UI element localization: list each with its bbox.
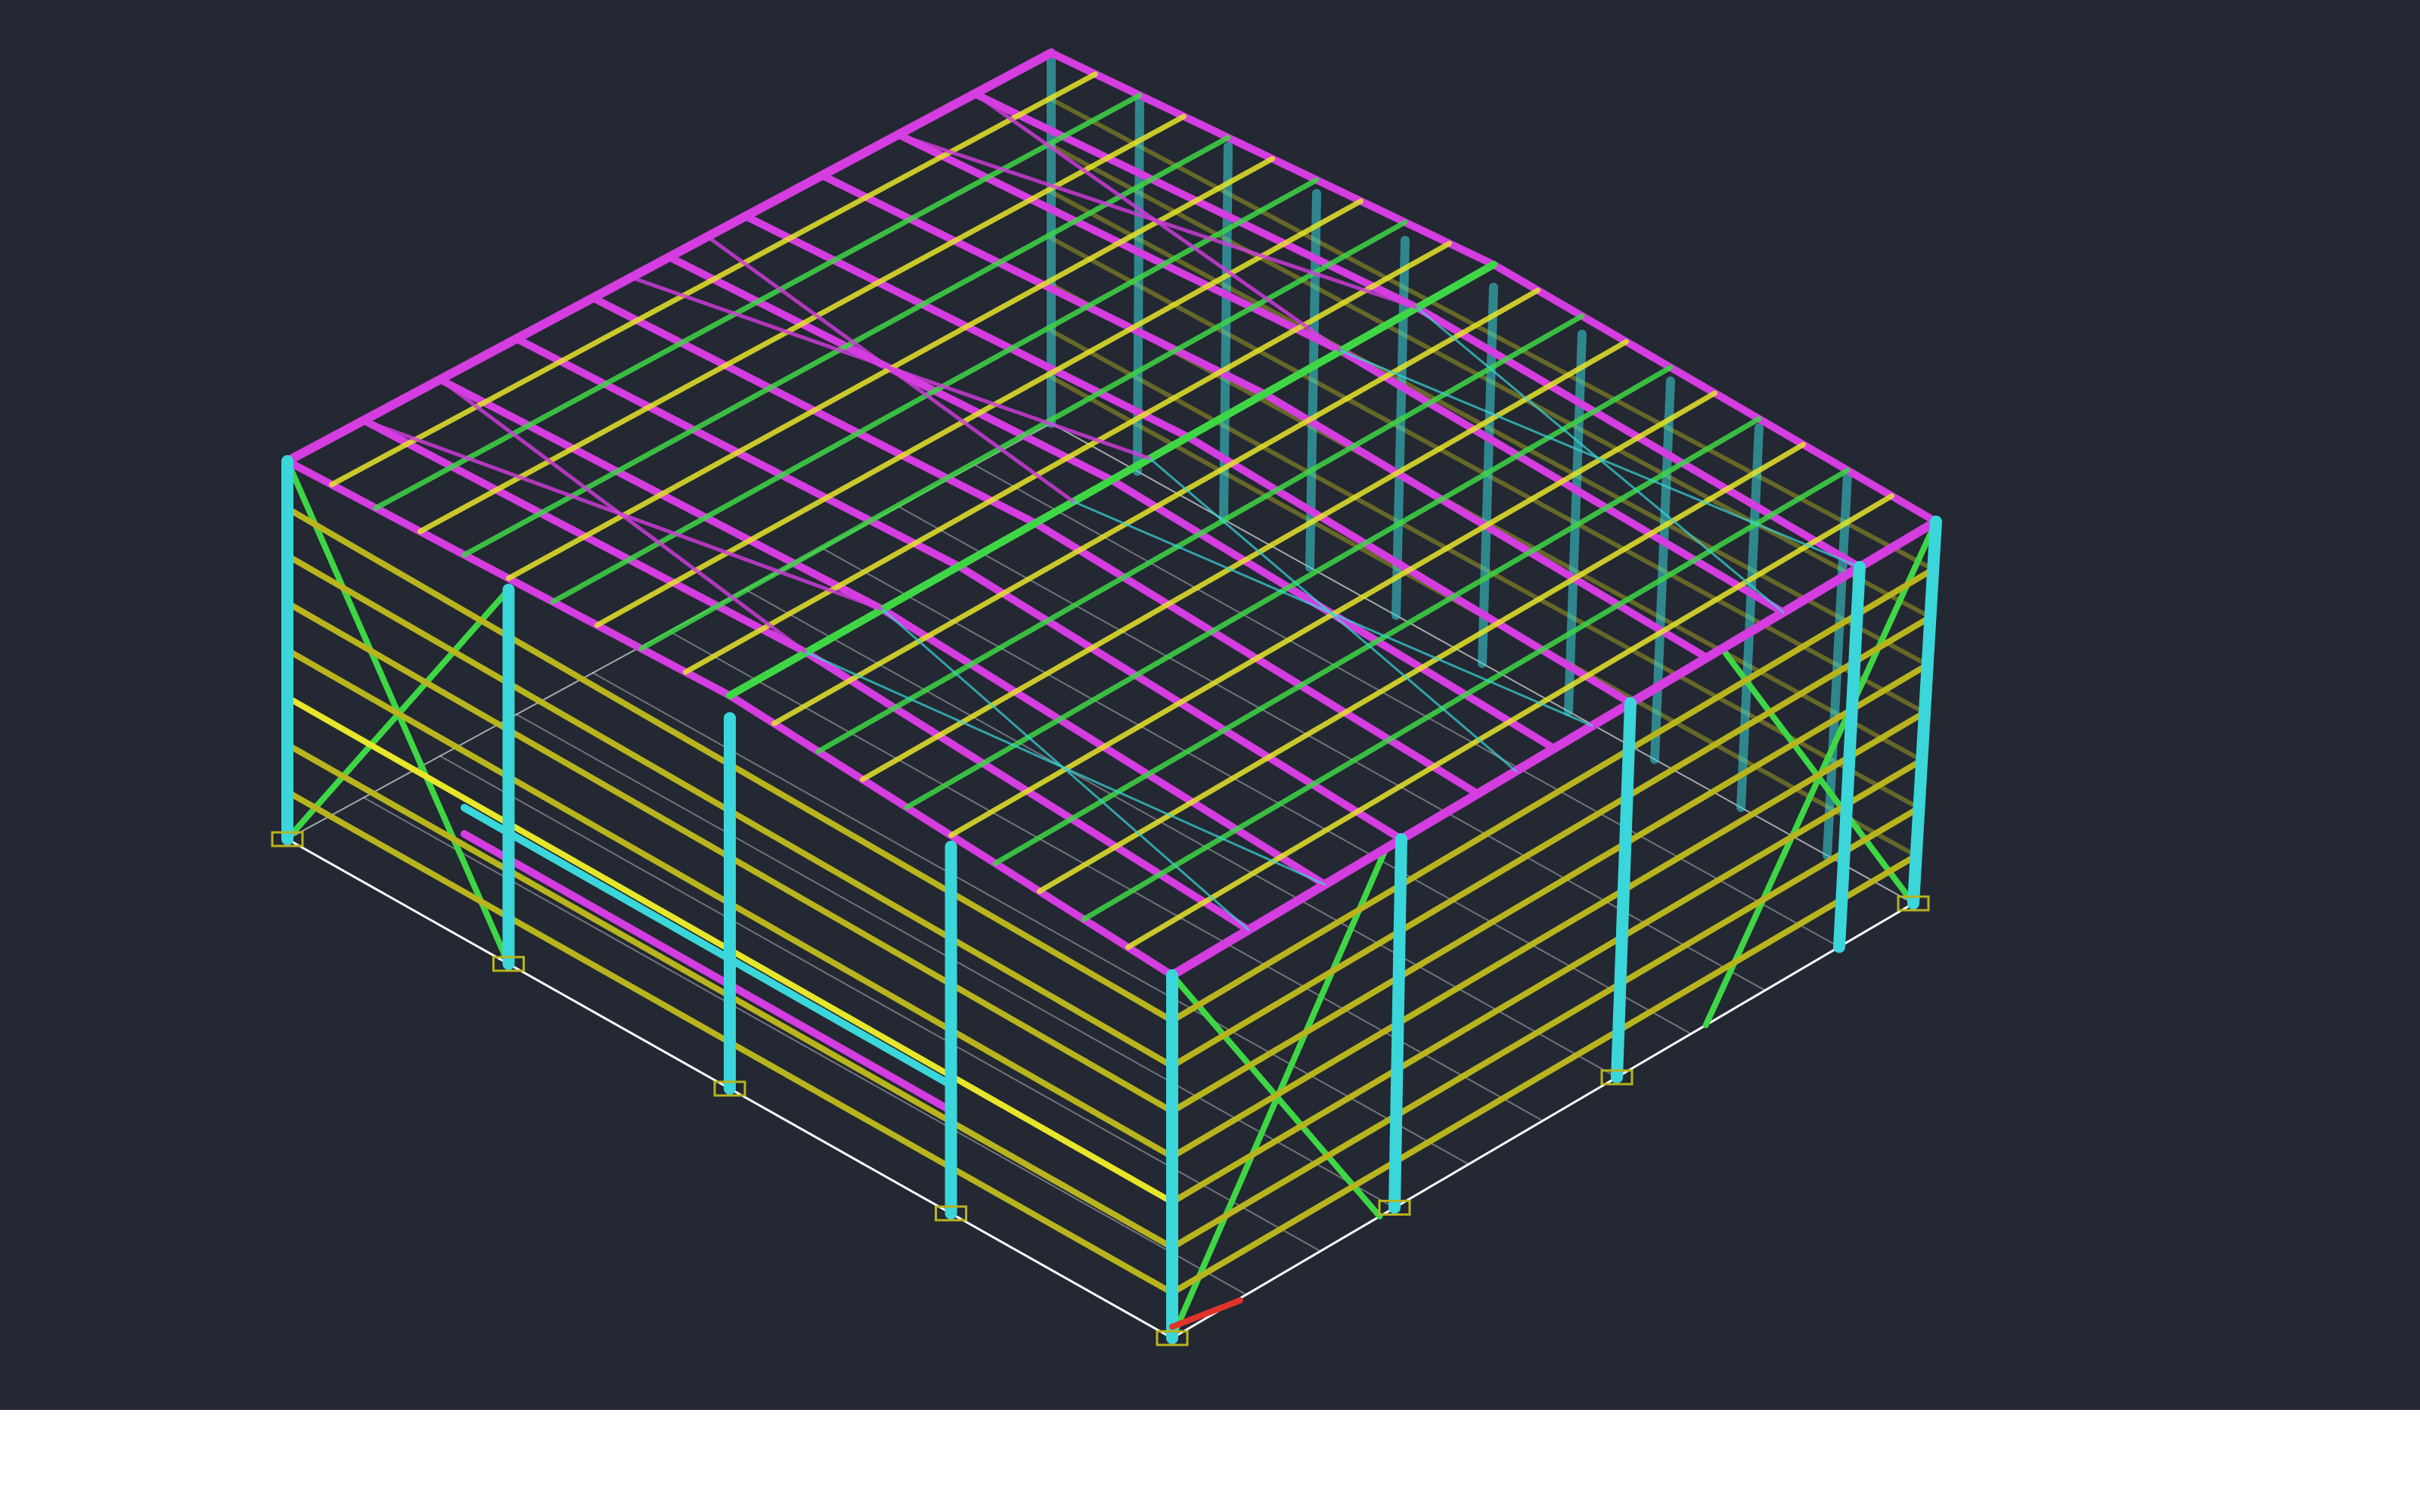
girt xyxy=(1169,804,1922,1250)
girt xyxy=(1169,614,1934,1069)
ridge-member xyxy=(726,261,1497,699)
roof-bracing xyxy=(361,91,1861,931)
purlin xyxy=(329,71,1098,488)
roof-brace xyxy=(1149,457,1517,773)
girt xyxy=(1169,757,1925,1205)
column xyxy=(1736,423,1764,812)
girt xyxy=(1169,852,1919,1296)
ground-grid-line xyxy=(439,755,1321,1252)
purlin xyxy=(461,135,1231,558)
steel-frame-model xyxy=(271,48,1942,1346)
crane-beam xyxy=(461,830,955,1115)
girt xyxy=(1169,709,1928,1160)
front-wall-girts xyxy=(284,505,1937,1296)
girt xyxy=(1169,662,1931,1114)
eave-strut xyxy=(283,48,1056,466)
ground-grid-line xyxy=(363,797,1247,1296)
purlin xyxy=(373,92,1143,511)
girt xyxy=(1169,566,1937,1024)
bottom-margin xyxy=(0,1410,2420,1512)
cad-3d-viewport[interactable] xyxy=(0,0,2420,1410)
column xyxy=(1388,833,1407,1214)
column xyxy=(1650,376,1675,764)
